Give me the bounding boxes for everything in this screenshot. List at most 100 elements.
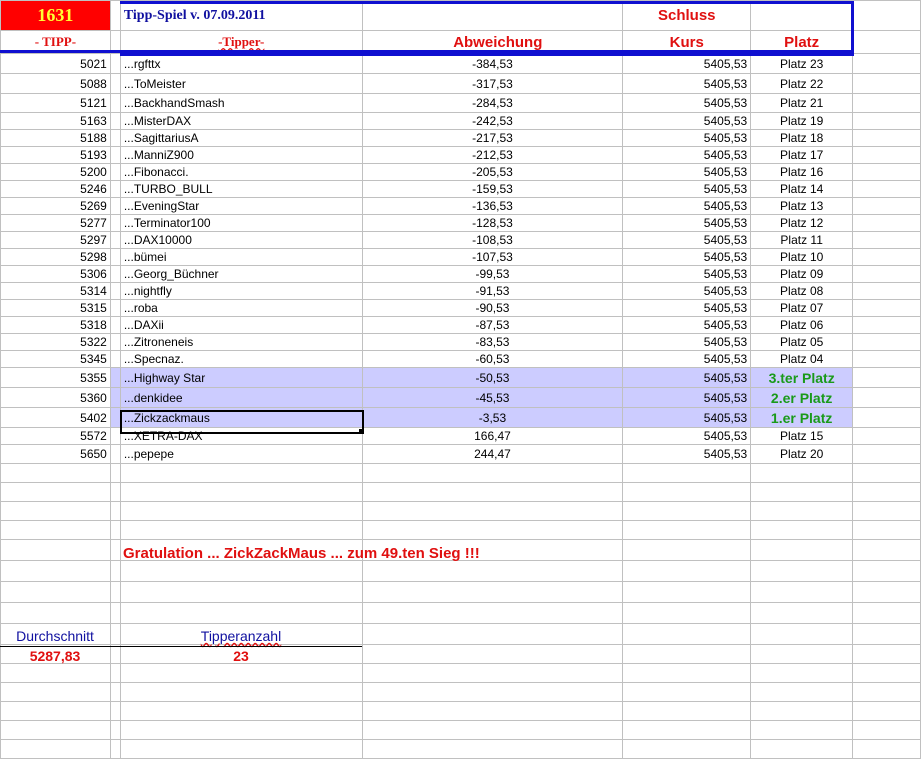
cell[interactable]	[361, 482, 624, 502]
platz-cell[interactable]: Platz 12	[750, 214, 854, 232]
cell[interactable]	[0, 463, 111, 483]
tipper-cell[interactable]: ...Zitroneneis	[119, 333, 363, 351]
cell[interactable]	[361, 581, 624, 603]
kurs-cell[interactable]: 5405,53	[622, 129, 752, 147]
cell[interactable]	[852, 682, 921, 702]
cell[interactable]	[0, 720, 111, 740]
cell[interactable]	[750, 463, 854, 483]
cell[interactable]	[750, 539, 854, 561]
cell[interactable]	[622, 520, 752, 540]
kurs-cell[interactable]: 5405,53	[622, 231, 752, 249]
cell[interactable]	[622, 663, 752, 683]
platz-cell[interactable]: Platz 22	[750, 73, 854, 94]
cell[interactable]	[109, 407, 121, 428]
cell[interactable]	[109, 560, 121, 582]
cell[interactable]	[852, 163, 921, 181]
cell[interactable]	[361, 501, 624, 521]
kurs-cell[interactable]: 5405,53	[622, 299, 752, 317]
cell[interactable]	[750, 501, 854, 521]
cell[interactable]	[852, 282, 921, 300]
cell[interactable]	[852, 623, 921, 645]
tipp-cell[interactable]: 5269	[0, 197, 111, 215]
platz-cell[interactable]: Platz 09	[750, 265, 854, 283]
platz-cell[interactable]: Platz 18	[750, 129, 854, 147]
cell[interactable]	[109, 501, 121, 521]
kurs-cell[interactable]: 5405,53	[622, 214, 752, 232]
cell[interactable]	[0, 682, 111, 702]
tipp-cell[interactable]: 5246	[0, 180, 111, 198]
abweichung-cell[interactable]: -317,53	[361, 73, 624, 94]
cell[interactable]	[109, 163, 121, 181]
kurs-cell[interactable]: 5405,53	[622, 112, 752, 130]
cell[interactable]	[119, 720, 363, 740]
cell[interactable]	[852, 53, 921, 74]
platz-cell[interactable]: Platz 17	[750, 146, 854, 164]
kurs-cell[interactable]: 5405,53	[622, 427, 752, 445]
tipper-cell[interactable]: ...denkidee	[119, 387, 363, 408]
tipper-cell[interactable]: ...Highway Star	[119, 367, 363, 388]
cell[interactable]	[109, 720, 121, 740]
cell[interactable]	[852, 146, 921, 164]
tipper-cell[interactable]: ...pepepe	[119, 444, 363, 464]
cell[interactable]	[109, 350, 121, 368]
cell[interactable]	[852, 231, 921, 249]
cell[interactable]	[119, 682, 363, 702]
platz-cell[interactable]: 2.er Platz	[750, 387, 854, 408]
cell[interactable]	[622, 501, 752, 521]
cell[interactable]	[109, 53, 121, 74]
cell[interactable]	[109, 214, 121, 232]
cell[interactable]	[109, 463, 121, 483]
cell[interactable]	[109, 520, 121, 540]
cell[interactable]	[119, 482, 363, 502]
cell[interactable]	[0, 501, 111, 521]
cell[interactable]	[750, 482, 854, 502]
cell[interactable]	[852, 299, 921, 317]
cell[interactable]	[622, 482, 752, 502]
cell[interactable]	[361, 560, 624, 582]
cell[interactable]	[109, 265, 121, 283]
cell[interactable]	[622, 720, 752, 740]
tipper-cell[interactable]: ...ManniZ900	[119, 146, 363, 164]
cell[interactable]	[119, 739, 363, 759]
cell[interactable]	[109, 299, 121, 317]
cell[interactable]	[109, 93, 121, 113]
fill-handle[interactable]	[359, 429, 364, 434]
cell[interactable]	[852, 367, 921, 388]
tipper-cell[interactable]: ...Terminator100	[119, 214, 363, 232]
cell[interactable]	[361, 720, 624, 740]
cell[interactable]	[109, 146, 121, 164]
cell[interactable]	[109, 444, 121, 464]
tipp-cell[interactable]: 5402	[0, 407, 111, 428]
cell[interactable]	[750, 581, 854, 603]
abweichung-cell[interactable]: -87,53	[361, 316, 624, 334]
cell[interactable]	[361, 663, 624, 683]
abweichung-cell[interactable]: -107,53	[361, 248, 624, 266]
abweichung-cell[interactable]: -217,53	[361, 129, 624, 147]
tipp-cell[interactable]: 5277	[0, 214, 111, 232]
abweichung-cell[interactable]: 166,47	[361, 427, 624, 445]
cell[interactable]	[109, 73, 121, 94]
cell[interactable]	[852, 444, 921, 464]
cell[interactable]	[119, 701, 363, 721]
schluss-header[interactable]: Schluss	[622, 0, 752, 31]
cell[interactable]	[109, 682, 121, 702]
tipp-cell[interactable]: 5315	[0, 299, 111, 317]
platz-cell[interactable]: Platz 08	[750, 282, 854, 300]
cell[interactable]	[109, 427, 121, 445]
abweichung-cell[interactable]: -212,53	[361, 146, 624, 164]
cell[interactable]	[622, 644, 752, 664]
kurs-cell[interactable]: 5405,53	[622, 248, 752, 266]
abweichung-cell[interactable]: -108,53	[361, 231, 624, 249]
cell[interactable]	[0, 701, 111, 721]
cell[interactable]	[119, 463, 363, 483]
tipp-cell[interactable]: 5345	[0, 350, 111, 368]
tipper-cell[interactable]: ...TURBO_BULL	[119, 180, 363, 198]
cell[interactable]	[852, 739, 921, 759]
abweichung-cell[interactable]: -91,53	[361, 282, 624, 300]
cell[interactable]	[852, 560, 921, 582]
kurs-cell[interactable]: 5405,53	[622, 180, 752, 198]
platz-cell[interactable]: Platz 04	[750, 350, 854, 368]
cell[interactable]	[852, 350, 921, 368]
tipp-cell[interactable]: 5088	[0, 73, 111, 94]
cell[interactable]	[109, 248, 121, 266]
